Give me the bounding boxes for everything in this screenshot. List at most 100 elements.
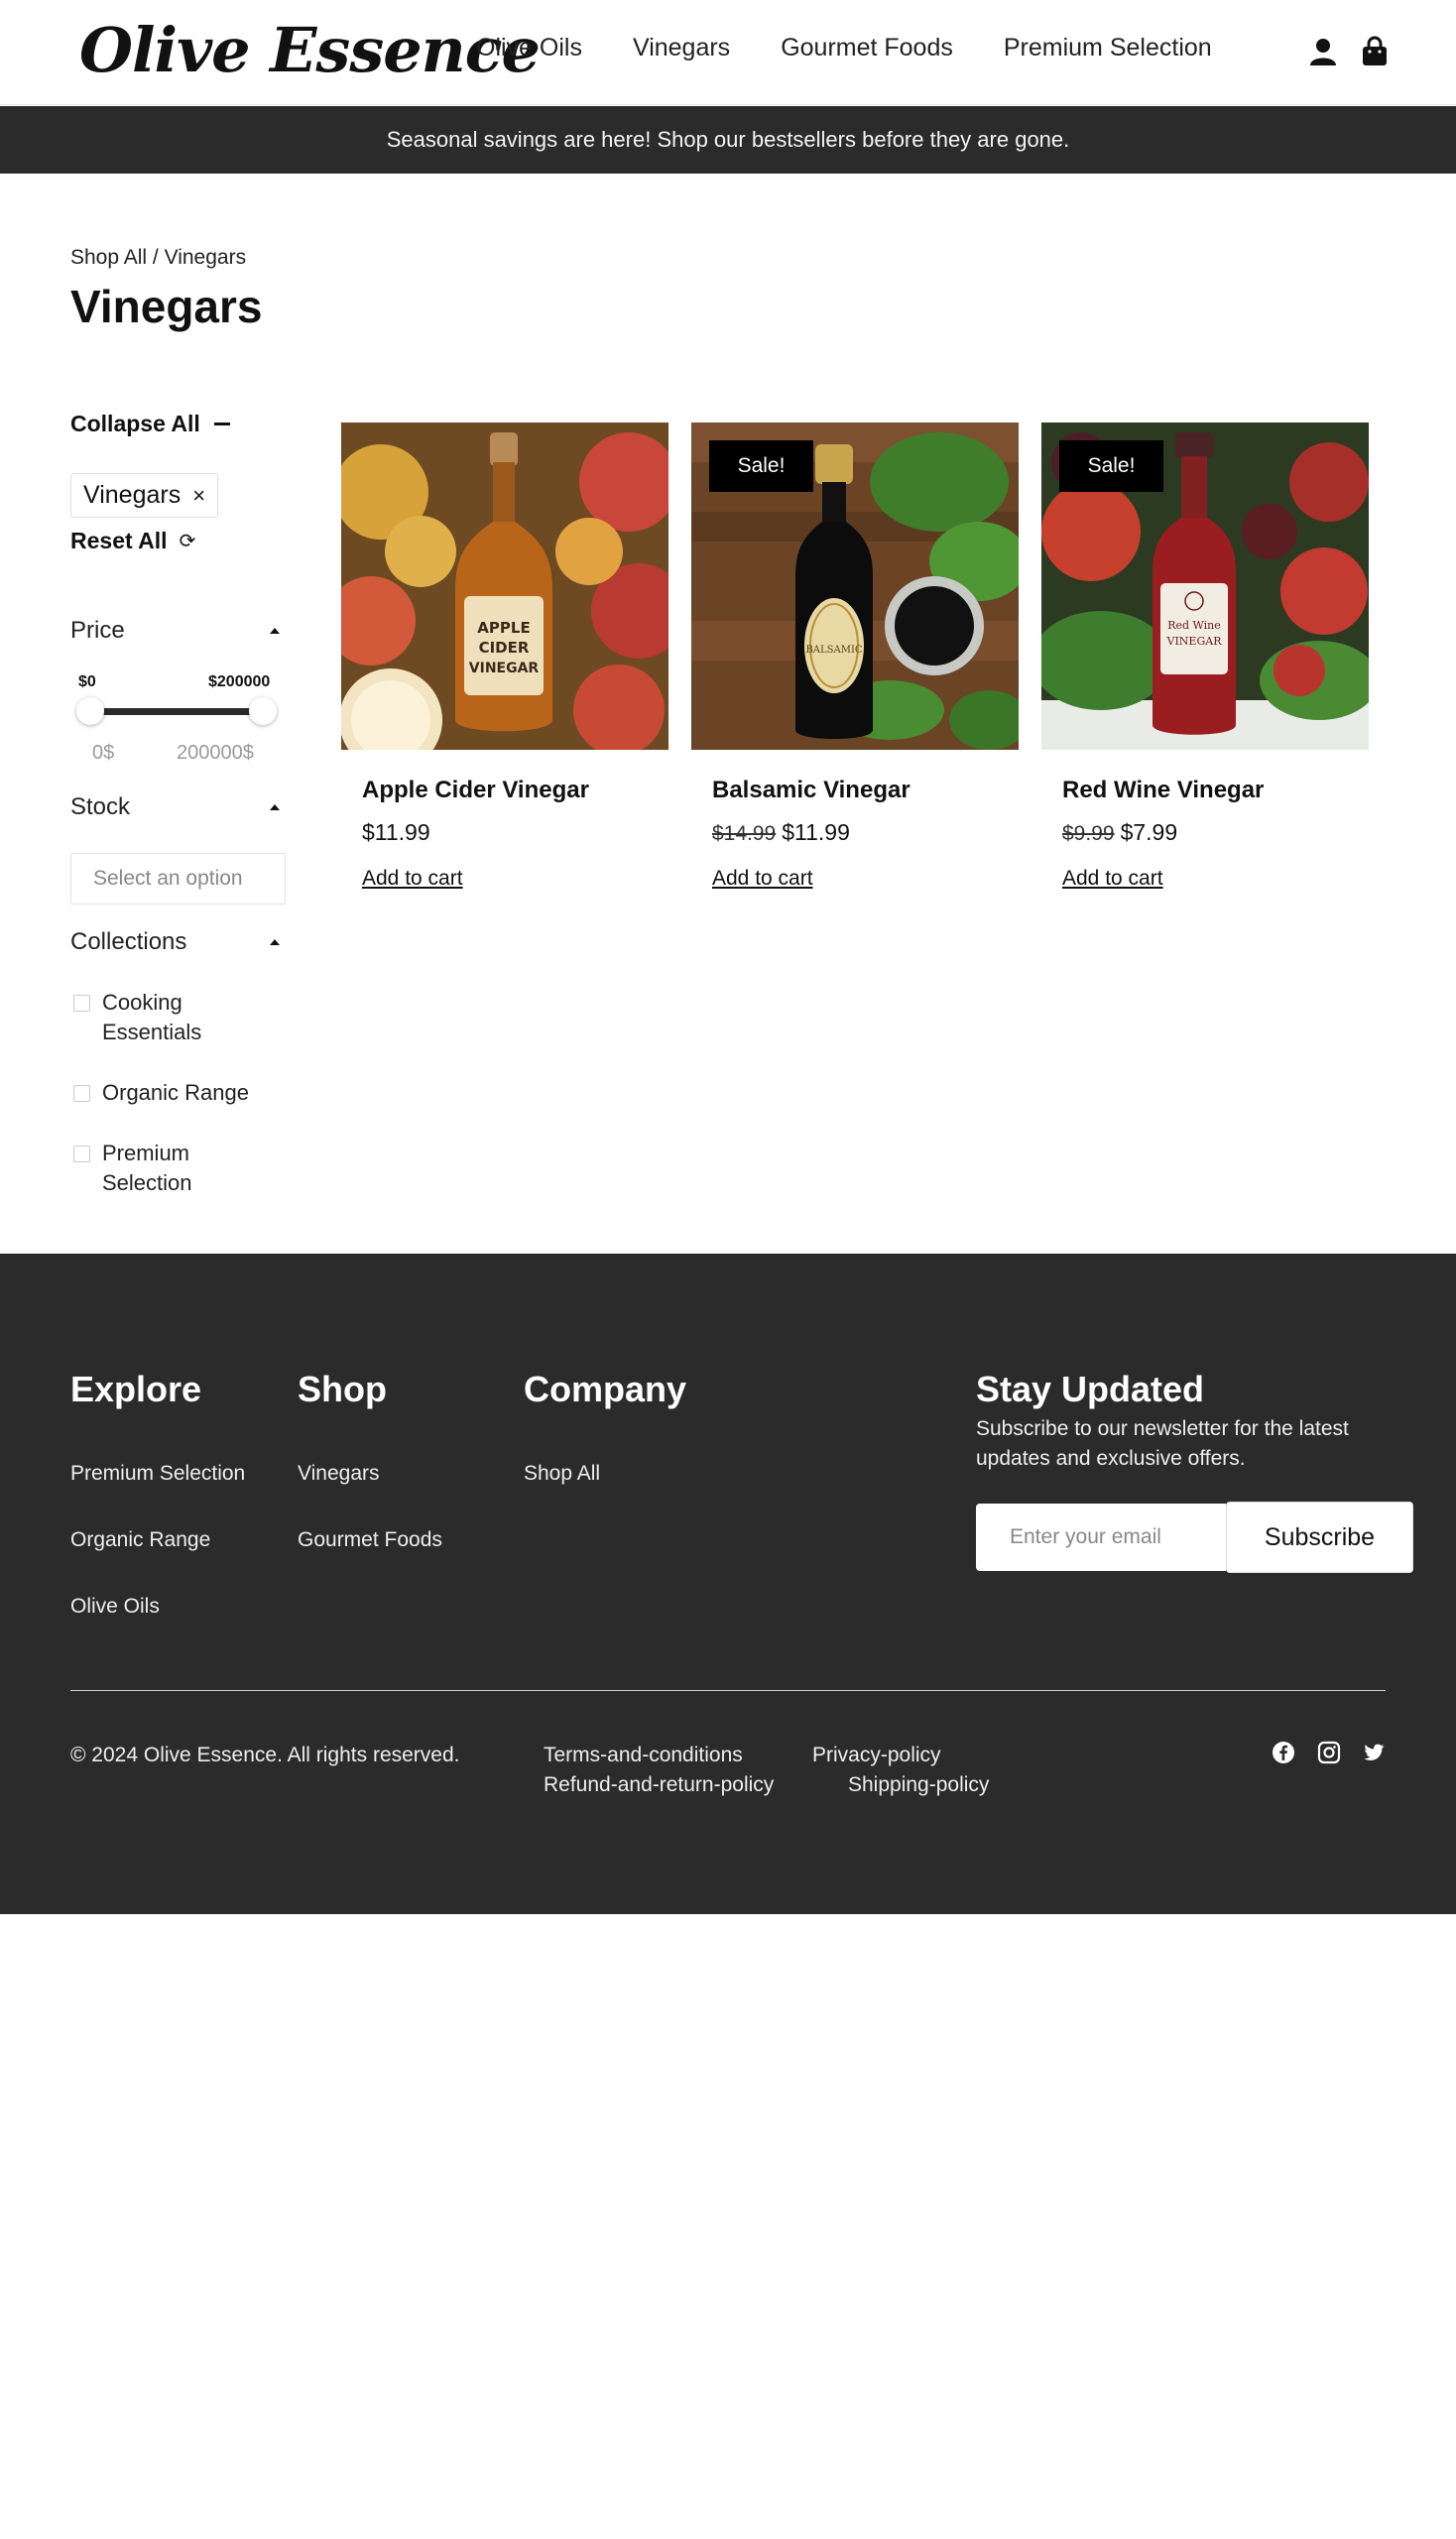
svg-text:Red Wine: Red Wine bbox=[1167, 619, 1221, 632]
chevron-up-icon bbox=[270, 804, 280, 810]
sale-badge: Sale! bbox=[709, 440, 813, 492]
nav-olive-oils[interactable]: Olive Oils bbox=[476, 34, 582, 62]
breadcrumb-separator: / bbox=[147, 246, 165, 269]
price-min-handle[interactable] bbox=[76, 697, 104, 725]
main-nav: Olive Oils Vinegars Gourmet Foods Premiu… bbox=[476, 34, 1263, 62]
checkbox[interactable] bbox=[73, 995, 90, 1012]
newsletter-title: Stay Updated bbox=[976, 1369, 1205, 1409]
footer-link-shipping[interactable]: Shipping-policy bbox=[848, 1773, 989, 1797]
product-current-price: $7.99 bbox=[1120, 819, 1178, 845]
add-to-cart-button[interactable]: Add to cart bbox=[362, 867, 463, 891]
collection-option-label: Cooking Essentials bbox=[102, 990, 202, 1044]
footer-link-gourmet-foods[interactable]: Gourmet Foods bbox=[298, 1528, 442, 1552]
breadcrumb: Shop All / Vinegars bbox=[70, 246, 246, 270]
site-footer: Explore Premium Selection Organic Range … bbox=[0, 1254, 1456, 1914]
chevron-up-icon bbox=[270, 628, 280, 634]
page-title: Vinegars bbox=[70, 281, 263, 332]
site-header: Olive Essence Olive Oils Vinegars Gourme… bbox=[0, 0, 1456, 105]
product-price: $11.99 bbox=[362, 819, 430, 846]
product-image-red-wine-vinegar[interactable]: Red Wine VINEGAR Sale! bbox=[1041, 423, 1369, 750]
price-filter-header[interactable]: Price bbox=[70, 617, 284, 645]
price-max-value: 200000$ bbox=[177, 742, 254, 764]
product-old-price: $14.99 bbox=[712, 822, 777, 845]
collection-option-label: Organic Range bbox=[102, 1080, 249, 1105]
instagram-icon[interactable] bbox=[1317, 1741, 1341, 1764]
product-price: $14.99 $11.99 bbox=[712, 819, 850, 846]
price-max-handle[interactable] bbox=[249, 697, 277, 725]
svg-text:CIDER: CIDER bbox=[479, 639, 530, 657]
price-max-label: $200000 bbox=[208, 673, 271, 690]
breadcrumb-shop-all[interactable]: Shop All bbox=[70, 246, 147, 269]
footer-link-privacy[interactable]: Privacy-policy bbox=[812, 1744, 941, 1767]
remove-filter-icon[interactable]: × bbox=[192, 483, 205, 509]
footer-explore-title: Explore bbox=[70, 1369, 202, 1409]
footer-link-olive-oils[interactable]: Olive Oils bbox=[70, 1595, 160, 1619]
newsletter-text: Subscribe to our newsletter for the late… bbox=[976, 1417, 1349, 1470]
collection-option-organic-range[interactable]: Organic Range bbox=[73, 1078, 249, 1108]
add-to-cart-button[interactable]: Add to cart bbox=[1062, 867, 1163, 891]
chevron-up-icon bbox=[270, 939, 280, 945]
product-current-price: $11.99 bbox=[362, 819, 430, 845]
product-name[interactable]: Apple Cider Vinegar bbox=[362, 777, 589, 804]
nav-premium-selection[interactable]: Premium Selection bbox=[1004, 34, 1212, 62]
collections-filter-label: Collections bbox=[70, 928, 187, 955]
product-old-price: $9.99 bbox=[1062, 822, 1115, 845]
footer-link-refund[interactable]: Refund-and-return-policy bbox=[544, 1773, 774, 1797]
collection-option-label: Premium Selection bbox=[102, 1141, 192, 1195]
product-price: $9.99 $7.99 bbox=[1062, 819, 1177, 846]
footer-link-premium-selection[interactable]: Premium Selection bbox=[70, 1462, 245, 1486]
price-filter-label: Price bbox=[70, 617, 125, 644]
footer-shop-title: Shop bbox=[298, 1369, 387, 1409]
collapse-all-label: Collapse All bbox=[70, 411, 200, 436]
checkbox[interactable] bbox=[73, 1085, 90, 1102]
product-name[interactable]: Balsamic Vinegar bbox=[712, 777, 910, 804]
collection-option-cooking-essentials[interactable]: Cooking Essentials bbox=[73, 988, 242, 1047]
nav-vinegars[interactable]: Vinegars bbox=[633, 34, 730, 62]
footer-divider bbox=[70, 1690, 1386, 1691]
price-min-value: 0$ bbox=[92, 742, 115, 764]
svg-text:VINEGAR: VINEGAR bbox=[1166, 635, 1223, 648]
product-name[interactable]: Red Wine Vinegar bbox=[1062, 777, 1264, 804]
price-range-track bbox=[87, 708, 264, 715]
copyright: © 2024 Olive Essence. All rights reserve… bbox=[70, 1744, 460, 1766]
sale-badge: Sale! bbox=[1059, 440, 1163, 492]
facebook-icon[interactable] bbox=[1272, 1741, 1295, 1764]
footer-link-terms[interactable]: Terms-and-conditions bbox=[544, 1744, 743, 1767]
stock-select[interactable]: Select an option bbox=[70, 853, 286, 905]
product-current-price: $11.99 bbox=[782, 819, 850, 845]
collection-option-premium-selection[interactable]: Premium Selection bbox=[73, 1139, 222, 1198]
collections-filter-header[interactable]: Collections bbox=[70, 928, 284, 956]
breadcrumb-current: Vinegars bbox=[164, 246, 247, 269]
footer-link-vinegars[interactable]: Vinegars bbox=[298, 1462, 380, 1486]
reset-all-label: Reset All bbox=[70, 528, 168, 553]
logo[interactable]: Olive Essence bbox=[79, 14, 541, 86]
refresh-icon: ⟳ bbox=[179, 531, 196, 552]
svg-text:BALSAMIC: BALSAMIC bbox=[805, 645, 862, 656]
footer-link-shop-all[interactable]: Shop All bbox=[524, 1462, 600, 1486]
nav-gourmet-foods[interactable]: Gourmet Foods bbox=[781, 34, 953, 62]
add-to-cart-button[interactable]: Add to cart bbox=[712, 867, 813, 891]
active-filter-label: Vinegars bbox=[83, 481, 182, 509]
footer-company-title: Company bbox=[524, 1369, 687, 1409]
twitter-icon[interactable] bbox=[1362, 1741, 1386, 1764]
user-icon[interactable] bbox=[1307, 36, 1339, 67]
collapse-all-button[interactable]: Collapse All bbox=[70, 411, 230, 437]
newsletter-email-input[interactable]: Enter your email bbox=[976, 1504, 1226, 1571]
active-filter-chip: Vinegars × bbox=[70, 473, 219, 518]
minus-icon bbox=[213, 423, 230, 425]
product-card: APPLE CIDER VINEGAR Apple Cider Vinegar … bbox=[341, 423, 668, 890]
product-image-apple-cider-vinegar[interactable]: APPLE CIDER VINEGAR bbox=[341, 423, 668, 750]
svg-text:APPLE: APPLE bbox=[477, 619, 530, 637]
announcement-bar: Seasonal savings are here! Shop our best… bbox=[0, 106, 1456, 174]
svg-text:VINEGAR: VINEGAR bbox=[469, 661, 540, 676]
checkbox[interactable] bbox=[73, 1146, 90, 1162]
product-image-balsamic-vinegar[interactable]: BALSAMIC Sale! bbox=[691, 423, 1019, 750]
stock-filter-header[interactable]: Stock bbox=[70, 793, 284, 821]
shopping-bag-icon[interactable] bbox=[1359, 36, 1391, 67]
reset-all-button[interactable]: Reset All ⟳ bbox=[70, 528, 195, 554]
product-card: BALSAMIC Sale! Balsamic Vinegar $14.99 $1… bbox=[691, 423, 1019, 890]
product-card: Red Wine VINEGAR Sale! Red Wine Vinegar … bbox=[1041, 423, 1369, 890]
subscribe-button[interactable]: Subscribe bbox=[1226, 1502, 1413, 1573]
footer-link-organic-range[interactable]: Organic Range bbox=[70, 1528, 210, 1552]
stock-filter-label: Stock bbox=[70, 793, 131, 820]
